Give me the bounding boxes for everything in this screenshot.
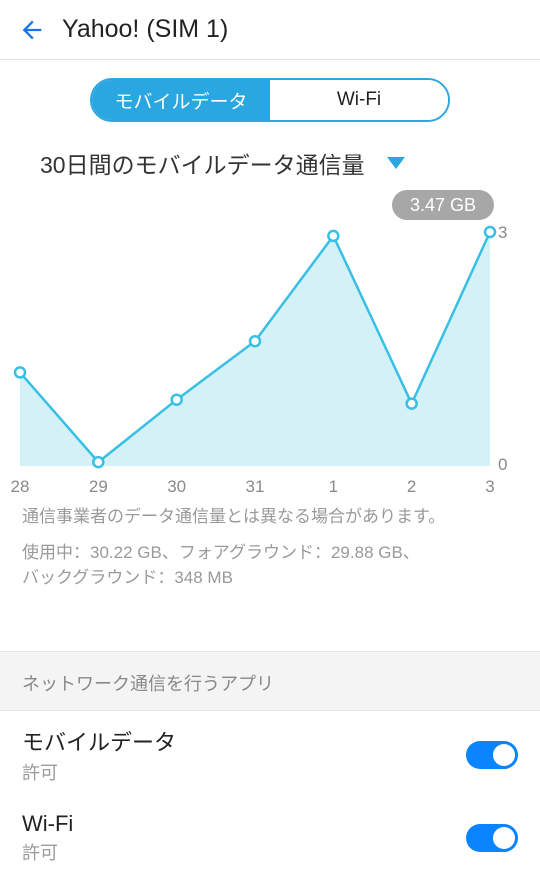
pref-wifi-text: Wi-Fi 許可 [22,811,466,865]
section-header: ネットワーク通信を行うアプリ [0,651,540,711]
chart-note: 通信事業者のデータ通信量とは異なる場合があります。 [0,498,540,532]
svg-text:3.47 GB: 3.47 GB [410,195,476,215]
pref-wifi-sub: 許可 [22,839,466,865]
pref-mobile-title: モバイルデータ [22,725,466,757]
pref-mobile-sub: 許可 [22,759,466,785]
chart-container: 28 29 30 31 1 2 3 3 0 3.47 GB [0,188,540,498]
svg-text:0: 0 [498,455,507,474]
usage-line-1: 使用中：30.22 GB、フォアグラウンド：29.88 GB、 [22,543,420,562]
svg-text:3: 3 [485,477,494,496]
chart-badge: 3.47 GB [392,190,494,220]
chart-dropdown-icon[interactable] [387,157,405,169]
back-button[interactable] [10,8,54,52]
svg-text:29: 29 [89,477,108,496]
tabs-row: モバイルデータ Wi-Fi [0,60,540,132]
pref-mobile-text: モバイルデータ 許可 [22,725,466,785]
usage-summary: 使用中：30.22 GB、フォアグラウンド：29.88 GB、 バックグラウンド… [0,532,540,591]
arrow-left-icon [18,16,46,44]
header: Yahoo! (SIM 1) [0,0,540,60]
pref-wifi[interactable]: Wi-Fi 許可 [0,797,540,877]
chart-title-row: 30日間のモバイルデータ通信量 [0,132,540,188]
usage-line-2: バックグラウンド：348 MB [22,568,233,587]
page-title: Yahoo! (SIM 1) [62,15,228,44]
svg-text:30: 30 [167,477,186,496]
usage-chart: 28 29 30 31 1 2 3 3 0 3.47 GB [10,188,530,498]
toggle-wifi[interactable] [466,824,518,852]
svg-text:31: 31 [246,477,265,496]
pref-wifi-title: Wi-Fi [22,811,466,837]
svg-text:1: 1 [329,477,338,496]
pref-mobile-data[interactable]: モバイルデータ 許可 [0,711,540,797]
chart-title: 30日間のモバイルデータ通信量 [40,146,365,180]
svg-text:3: 3 [498,223,507,242]
tabs: モバイルデータ Wi-Fi [90,78,450,122]
toggle-mobile-data[interactable] [466,741,518,769]
svg-text:2: 2 [407,477,416,496]
tab-wifi[interactable]: Wi-Fi [270,80,448,120]
spacer [0,591,540,651]
svg-text:28: 28 [11,477,30,496]
tab-mobile-data[interactable]: モバイルデータ [92,80,270,120]
